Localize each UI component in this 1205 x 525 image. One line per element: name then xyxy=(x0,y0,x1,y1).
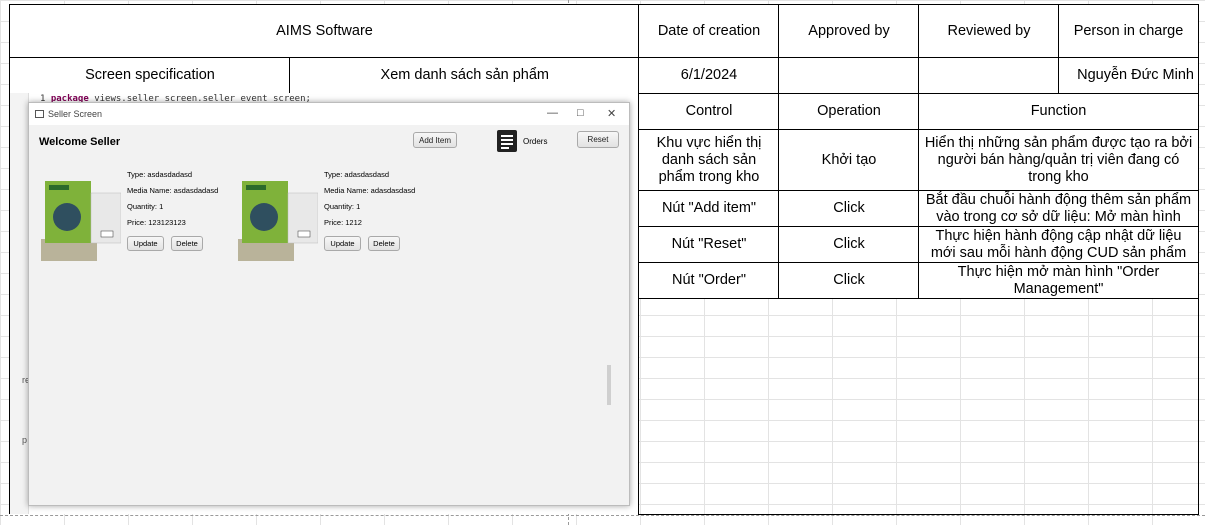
date-label-cell: Date of creation xyxy=(638,4,779,58)
approved-label: Approved by xyxy=(808,22,890,39)
product-price: Price: 1212 xyxy=(324,218,362,227)
product-media-name: Media Name: adasdasdasd xyxy=(324,186,416,195)
function-text: Hiển thị những sản phẩm được tạo ra bởi … xyxy=(924,134,1193,185)
operation-header-cell: Operation xyxy=(778,93,919,130)
welcome-heading: Welcome Seller xyxy=(39,136,121,148)
window-titlebar: Seller Screen — □ ✕ xyxy=(29,103,629,125)
delete-button[interactable]: Delete xyxy=(171,236,203,251)
person-value: Nguyễn Đức Minh xyxy=(1077,67,1194,83)
app-name-cell: AIMS Software xyxy=(9,4,639,58)
control-text: Khu vực hiển thị danh sách sản phẩm tron… xyxy=(656,134,762,185)
update-button[interactable]: Update xyxy=(127,236,164,251)
reviewed-label-cell: Reviewed by xyxy=(918,4,1059,58)
table-row-control: Nút "Reset" xyxy=(638,226,779,263)
screen-name-cell: Xem danh sách sản phẩm xyxy=(289,57,639,94)
book-cover-image xyxy=(41,181,121,261)
product-quantity: Quantity: 1 xyxy=(127,202,164,211)
table-row-function: Thực hiện mở màn hình "Order Management" xyxy=(918,262,1199,299)
product-type: Type: asdasdadasd xyxy=(127,170,193,179)
table-row-operation: Click xyxy=(778,190,919,227)
book-cover-image xyxy=(238,181,318,261)
product-quantity: Quantity: 1 xyxy=(324,202,361,211)
table-row-control: Khu vực hiển thị danh sách sản phẩm tron… xyxy=(638,129,779,191)
operation-header: Operation xyxy=(817,103,881,119)
operation-text: Click xyxy=(833,200,865,216)
product-media-name: Media Name: asdasdadasd xyxy=(127,186,219,195)
ide-gutter xyxy=(10,93,29,514)
operation-text: Click xyxy=(833,236,865,252)
table-row-function: Bắt đầu chuỗi hành động thêm sản phẩm và… xyxy=(918,190,1199,227)
control-header: Control xyxy=(685,103,733,119)
reviewed-value-cell xyxy=(918,57,1059,94)
page-break-horizontal xyxy=(0,515,1205,516)
control-header-cell: Control xyxy=(638,93,779,130)
function-text: Bắt đầu chuỗi hành động thêm sản phẩm và… xyxy=(925,191,1192,225)
person-label: Person in charge xyxy=(1073,22,1184,39)
product-info: Type: adasdasdasd Media Name: adasdasdas… xyxy=(324,167,415,231)
control-text: Nút "Add item" xyxy=(661,200,757,216)
orders-icon xyxy=(497,130,517,152)
table-row-operation: Click xyxy=(778,262,919,299)
product-price: Price: 123123123 xyxy=(127,218,186,227)
table-row-control: Nút "Add item" xyxy=(638,190,779,227)
scrollbar[interactable] xyxy=(607,365,611,405)
update-button[interactable]: Update xyxy=(324,236,361,251)
orders-label: Orders xyxy=(523,136,548,146)
screen-name: Xem danh sách sản phẩm xyxy=(380,67,549,83)
reset-button[interactable]: Reset xyxy=(577,131,619,148)
date-value: 6/1/2024 xyxy=(680,67,738,83)
delete-button[interactable]: Delete xyxy=(368,236,400,251)
add-item-button[interactable]: Add Item xyxy=(413,132,457,148)
minimize-icon[interactable]: — xyxy=(547,107,558,119)
table-row-function: Hiển thị những sản phẩm được tạo ra bởi … xyxy=(918,129,1199,191)
table-row-function: Thực hiện hành động cập nhật dữ liệu mới… xyxy=(918,226,1199,263)
app-icon xyxy=(35,110,44,118)
function-header: Function xyxy=(1030,103,1087,119)
app-name: AIMS Software xyxy=(276,22,373,39)
date-value-cell: 6/1/2024 xyxy=(638,57,779,94)
function-header-cell: Function xyxy=(918,93,1199,130)
screen-screenshot: re p 1 package views.seller_screen.selle… xyxy=(9,93,639,514)
table-row-operation: Khởi tạo xyxy=(778,129,919,191)
spec-label-cell: Screen specification xyxy=(9,57,290,94)
table-row-control: Nút "Order" xyxy=(638,262,779,299)
orders-button[interactable]: Orders xyxy=(497,130,547,152)
control-text: Nút "Order" xyxy=(672,272,746,288)
person-value-cell: Nguyễn Đức Minh xyxy=(1058,57,1199,94)
operation-text: Khởi tạo xyxy=(821,151,877,168)
window-title: Seller Screen xyxy=(48,109,103,119)
table-row-operation: Click xyxy=(778,226,919,263)
product-info: Type: asdasdadasd Media Name: asdasdadas… xyxy=(127,167,218,231)
control-text: Nút "Reset" xyxy=(671,236,747,252)
close-icon[interactable]: ✕ xyxy=(607,107,616,120)
ide-side-letter: p xyxy=(22,435,28,445)
reviewed-label: Reviewed by xyxy=(947,22,1031,39)
person-label-cell: Person in charge xyxy=(1058,4,1199,58)
operation-text: Click xyxy=(833,272,865,288)
date-label: Date of creation xyxy=(657,22,761,39)
maximize-icon[interactable]: □ xyxy=(577,107,584,119)
function-text: Thực hiện mở màn hình "Order Management" xyxy=(957,263,1160,297)
seller-window: Seller Screen — □ ✕ Welcome Seller Add I… xyxy=(28,102,630,506)
spec-label: Screen specification xyxy=(85,67,215,83)
approved-label-cell: Approved by xyxy=(778,4,919,58)
approved-value-cell xyxy=(778,57,919,94)
function-text: Thực hiện hành động cập nhật dữ liệu mới… xyxy=(930,227,1187,261)
product-type: Type: adasdasdasd xyxy=(324,170,390,179)
